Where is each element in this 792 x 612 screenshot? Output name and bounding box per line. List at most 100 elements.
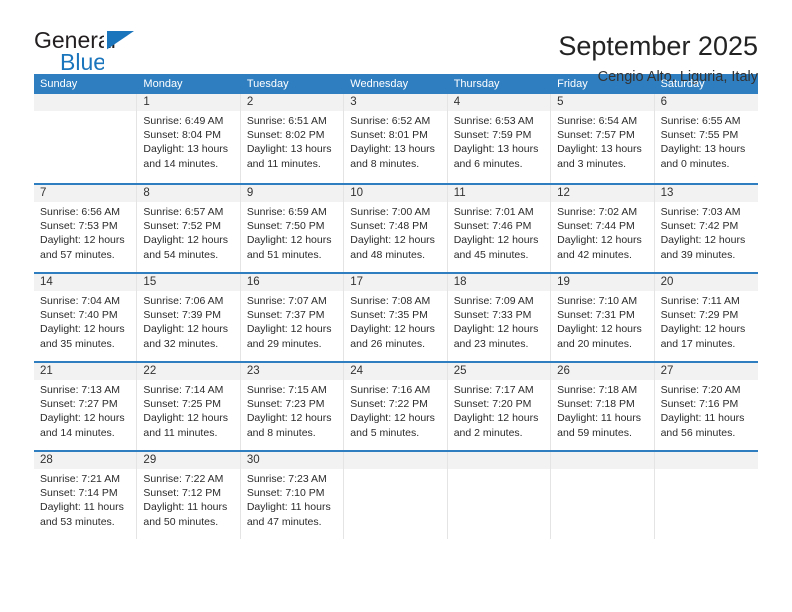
day-sunset-text: Sunset: 8:04 PM — [143, 129, 222, 142]
day-cell[interactable]: 27 Sunrise: 7:20 AM Sunset: 7:16 PM Dayligh… — [654, 363, 758, 450]
day-daylight1-text: Daylight: 12 hours — [453, 412, 539, 425]
day-cell[interactable]: 22 Sunrise: 7:14 AM Sunset: 7:25 PM Dayligh… — [137, 363, 241, 450]
day-daylight2-text: and 11 minutes. — [143, 426, 218, 439]
day-sunrise-text: Sunrise: 7:22 AM — [143, 473, 224, 485]
day-details: Sunrise: 7:13 AM Sunset: 7:27 PM Daylight:… — [34, 380, 136, 440]
day-number — [654, 452, 758, 469]
day-sunrise-text: Sunrise: 6:52 AM — [350, 115, 431, 127]
day-cell[interactable]: 6 Sunrise: 6:55 AM Sunset: 7:55 PM Daylight… — [654, 94, 758, 183]
calendar-weeks: 1 Sunrise: 6:49 AM Sunset: 8:04 PM Daylight… — [34, 94, 758, 539]
day-number: 28 — [34, 452, 137, 469]
day-details: Sunrise: 6:53 AM Sunset: 7:59 PM Daylight:… — [448, 111, 550, 171]
day-daylight1-text: Daylight: 12 hours — [143, 412, 229, 425]
day-sunset-text: Sunset: 7:37 PM — [246, 309, 325, 322]
day-cell[interactable]: 19 Sunrise: 7:10 AM Sunset: 7:31 PM Dayligh… — [551, 274, 655, 361]
day-sunrise-text: Sunrise: 7:06 AM — [143, 295, 224, 307]
day-cell[interactable]: 4 Sunrise: 6:53 AM Sunset: 7:59 PM Daylight… — [447, 94, 552, 183]
day-cell[interactable]: 18 Sunrise: 7:09 AM Sunset: 7:33 PM Dayligh… — [447, 274, 552, 361]
day-details: Sunrise: 6:54 AM Sunset: 7:57 PM Daylight:… — [551, 111, 653, 171]
day-cell[interactable]: 1 Sunrise: 6:49 AM Sunset: 8:04 PM Daylight… — [137, 94, 241, 183]
day-cell[interactable]: 2 Sunrise: 6:51 AM Sunset: 8:02 PM Daylight… — [240, 94, 345, 183]
day-number: 23 — [240, 363, 344, 380]
day-details: Sunrise: 7:17 AM Sunset: 7:20 PM Daylight:… — [448, 380, 550, 440]
day-cell[interactable]: 29 Sunrise: 7:22 AM Sunset: 7:12 PM Dayligh… — [137, 452, 241, 539]
day-sunrise-text: Sunrise: 6:55 AM — [660, 115, 741, 127]
day-daylight1-text: Daylight: 12 hours — [246, 412, 332, 425]
day-details: Sunrise: 7:15 AM Sunset: 7:23 PM Daylight:… — [241, 380, 343, 440]
day-sunset-text: Sunset: 7:42 PM — [660, 220, 739, 233]
logo-general-blue[interactable]: General Blue — [34, 28, 154, 80]
day-cell[interactable]: 5 Sunrise: 6:54 AM Sunset: 7:57 PM Daylight… — [551, 94, 655, 183]
day-cell[interactable]: 9 Sunrise: 6:59 AM Sunset: 7:50 PM Daylight… — [240, 185, 345, 272]
day-cell-empty — [654, 452, 758, 539]
day-sunrise-text: Sunrise: 7:10 AM — [557, 295, 638, 307]
day-cell[interactable]: 14 Sunrise: 7:04 AM Sunset: 7:40 PM Dayligh… — [34, 274, 138, 361]
day-daylight1-text: Daylight: 12 hours — [557, 323, 642, 336]
day-sunset-text: Sunset: 7:18 PM — [557, 398, 635, 411]
day-number: 22 — [137, 363, 240, 380]
day-number: 8 — [137, 185, 240, 202]
day-sunset-text: Sunset: 7:52 PM — [143, 220, 222, 233]
day-daylight2-text: and 47 minutes. — [246, 515, 322, 528]
day-sunrise-text: Sunrise: 7:16 AM — [350, 384, 431, 396]
day-cell[interactable]: 7 Sunrise: 6:56 AM Sunset: 7:53 PM Daylight… — [34, 185, 138, 272]
day-cell[interactable]: 25 Sunrise: 7:17 AM Sunset: 7:20 PM Dayligh… — [447, 363, 552, 450]
day-sunset-text: Sunset: 7:31 PM — [557, 309, 635, 322]
day-sunset-text: Sunset: 7:12 PM — [143, 487, 222, 500]
day-number: 13 — [654, 185, 758, 202]
day-number: 27 — [654, 363, 758, 380]
day-cell[interactable]: 3 Sunrise: 6:52 AM Sunset: 8:01 PM Daylight… — [344, 94, 448, 183]
day-daylight2-text: and 23 minutes. — [453, 337, 529, 350]
day-cell[interactable]: 23 Sunrise: 7:15 AM Sunset: 7:23 PM Dayligh… — [240, 363, 345, 450]
day-details: Sunrise: 7:00 AM Sunset: 7:48 PM Daylight:… — [344, 202, 446, 262]
day-daylight1-text: Daylight: 12 hours — [453, 234, 539, 247]
day-sunset-text: Sunset: 7:48 PM — [350, 220, 428, 233]
day-sunrise-text: Sunrise: 7:09 AM — [453, 295, 534, 307]
day-cell[interactable]: 16 Sunrise: 7:07 AM Sunset: 7:37 PM Dayligh… — [240, 274, 345, 361]
day-cell[interactable]: 10 Sunrise: 7:00 AM Sunset: 7:48 PM Dayligh… — [344, 185, 448, 272]
logo-divider — [104, 30, 107, 72]
day-cell[interactable]: 20 Sunrise: 7:11 AM Sunset: 7:29 PM Dayligh… — [654, 274, 758, 361]
day-sunrise-text: Sunrise: 6:51 AM — [246, 115, 327, 127]
day-details: Sunrise: 7:18 AM Sunset: 7:18 PM Daylight:… — [551, 380, 653, 440]
day-number: 7 — [34, 185, 137, 202]
day-daylight2-text: and 5 minutes. — [350, 426, 420, 439]
day-cell[interactable]: 21 Sunrise: 7:13 AM Sunset: 7:27 PM Dayligh… — [34, 363, 138, 450]
day-sunrise-text: Sunrise: 7:14 AM — [143, 384, 224, 396]
day-sunset-text: Sunset: 7:59 PM — [453, 129, 532, 142]
day-cell[interactable]: 24 Sunrise: 7:16 AM Sunset: 7:22 PM Dayligh… — [344, 363, 448, 450]
day-sunrise-text: Sunrise: 7:23 AM — [246, 473, 327, 485]
day-number: 11 — [447, 185, 551, 202]
day-number: 18 — [447, 274, 551, 291]
day-cell[interactable]: 28 Sunrise: 7:21 AM Sunset: 7:14 PM Dayligh… — [34, 452, 138, 539]
day-daylight1-text: Daylight: 12 hours — [246, 323, 332, 336]
day-sunrise-text: Sunrise: 7:11 AM — [660, 295, 740, 307]
day-sunset-text: Sunset: 7:46 PM — [453, 220, 532, 233]
day-cell[interactable]: 30 Sunrise: 7:23 AM Sunset: 7:10 PM Dayligh… — [240, 452, 345, 539]
day-cell[interactable]: 11 Sunrise: 7:01 AM Sunset: 7:46 PM Dayligh… — [447, 185, 552, 272]
day-daylight2-text: and 53 minutes. — [40, 515, 115, 528]
day-cell[interactable]: 12 Sunrise: 7:02 AM Sunset: 7:44 PM Dayligh… — [551, 185, 655, 272]
day-sunrise-text: Sunrise: 6:49 AM — [143, 115, 224, 127]
day-number: 3 — [344, 94, 447, 111]
day-daylight2-text: and 56 minutes. — [660, 426, 736, 439]
day-cell[interactable]: 26 Sunrise: 7:18 AM Sunset: 7:18 PM Dayligh… — [551, 363, 655, 450]
day-daylight1-text: Daylight: 12 hours — [350, 234, 435, 247]
day-daylight2-text: and 45 minutes. — [453, 248, 529, 261]
day-cell[interactable]: 15 Sunrise: 7:06 AM Sunset: 7:39 PM Dayligh… — [137, 274, 241, 361]
day-number: 24 — [344, 363, 447, 380]
day-cell[interactable]: 17 Sunrise: 7:08 AM Sunset: 7:35 PM Dayligh… — [344, 274, 448, 361]
day-cell[interactable]: 13 Sunrise: 7:03 AM Sunset: 7:42 PM Dayligh… — [654, 185, 758, 272]
day-details: Sunrise: 6:55 AM Sunset: 7:55 PM Daylight:… — [655, 111, 758, 171]
weekday-header-friday: Friday — [557, 78, 588, 90]
day-daylight1-text: Daylight: 11 hours — [557, 412, 641, 425]
day-cell[interactable]: 8 Sunrise: 6:57 AM Sunset: 7:52 PM Daylight… — [137, 185, 241, 272]
page-header: General Blue September 2025 Cengio Alto,… — [0, 0, 792, 85]
day-daylight2-text: and 35 minutes. — [40, 337, 115, 350]
day-daylight1-text: Daylight: 12 hours — [557, 234, 642, 247]
day-daylight2-text: and 50 minutes. — [143, 515, 219, 528]
day-daylight1-text: Daylight: 12 hours — [350, 323, 435, 336]
day-cell-empty — [34, 94, 138, 183]
day-sunset-text: Sunset: 7:16 PM — [660, 398, 739, 411]
weekday-header-wednesday: Wednesday — [350, 78, 409, 90]
